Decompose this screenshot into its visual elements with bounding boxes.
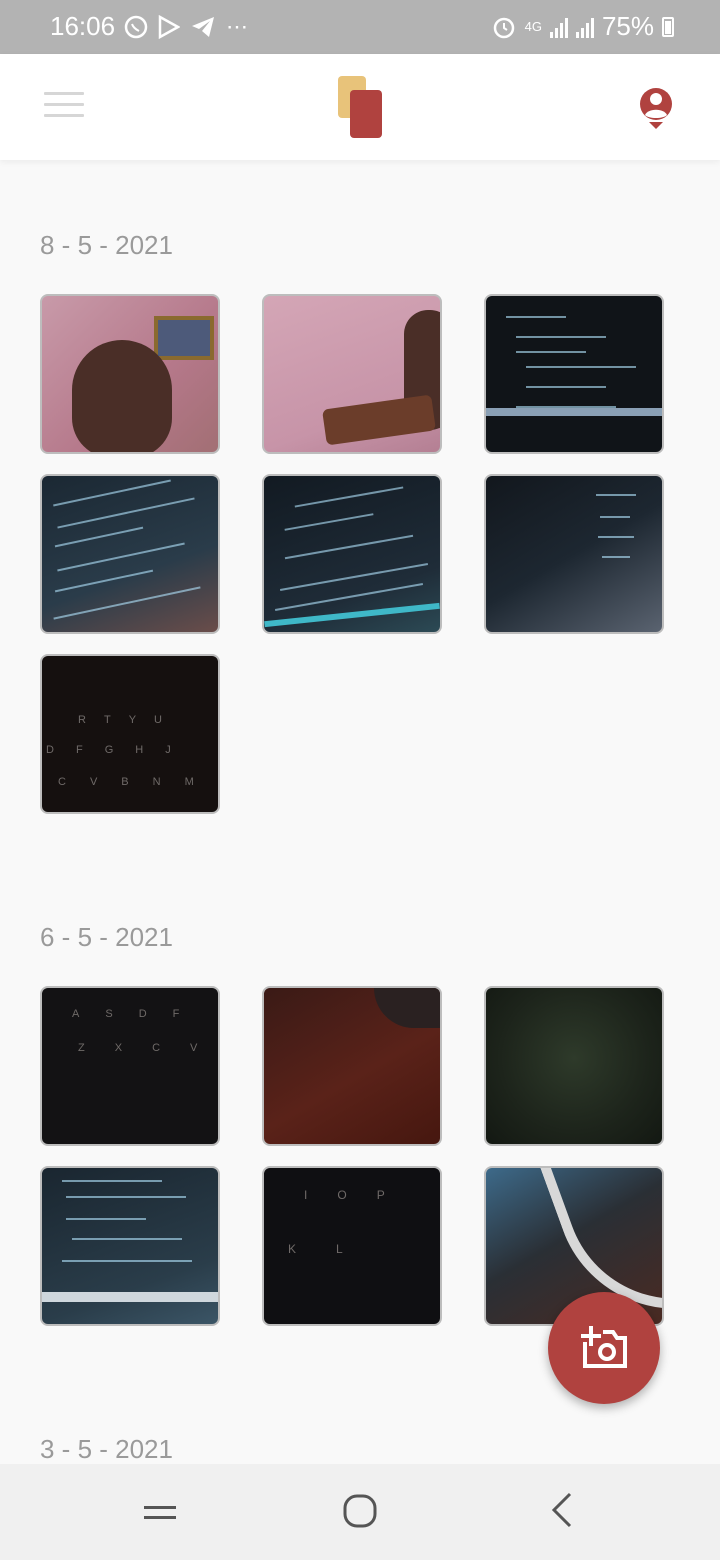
key-label: M [184,776,194,788]
key-label: J [165,744,171,756]
key-label: A [72,1008,80,1020]
app-logo [336,74,384,138]
key-label: N [152,776,161,788]
play-store-icon [158,15,180,39]
section-date: 6 - 5 - 2021 [40,922,173,952]
key-label: B [121,776,129,788]
key-label: V [89,776,98,788]
key-label: X [114,1042,123,1054]
key-label: S [105,1008,113,1020]
photo-thumbnail[interactable] [40,474,220,634]
key-label: G [104,744,114,756]
key-label: D [138,1008,147,1020]
recents-icon[interactable] [130,1490,190,1534]
section-date: 8 - 5 - 2021 [40,230,173,260]
alarm-icon [493,17,514,38]
section-date: 3 - 5 - 2021 [40,1434,173,1464]
key-label: K [288,1242,297,1256]
key-label: Z [78,1042,85,1054]
key-label: D [46,744,54,756]
telegram-icon [192,17,214,37]
key-label: L [336,1242,343,1256]
key-label: F [172,1008,180,1020]
status-bar: 16:06 ⋯ 4G 75% [0,0,720,54]
system-nav-bar [0,1464,720,1560]
key-label: P [376,1188,385,1202]
add-photo-camera-icon [581,1326,627,1368]
back-icon[interactable] [532,1490,592,1534]
more-dots-icon: ⋯ [226,14,248,39]
add-photo-button[interactable] [548,1292,660,1404]
battery-icon [662,16,674,37]
photo-thumbnail[interactable] [262,474,442,634]
key-label: I [304,1188,308,1202]
photo-thumbnail[interactable]: R T Y U D F G H J C V B N M [40,654,220,814]
photo-thumbnail[interactable]: A S D F Z X C V [40,986,220,1146]
battery-percent: 75% [601,11,654,41]
key-label: O [337,1188,347,1202]
photo-thumbnail[interactable] [40,1166,220,1326]
notification-icons: ⋯ [124,14,248,40]
key-label: F [75,744,83,756]
photo-thumbnail[interactable] [262,294,442,454]
photo-thumbnail[interactable] [484,986,664,1146]
key-label: C [152,1042,161,1054]
key-label: V [190,1042,198,1054]
home-icon[interactable] [330,1490,390,1534]
photo-thumbnail[interactable]: I O P K L [262,1166,442,1326]
photo-thumbnail[interactable] [262,986,442,1146]
photo-thumbnail[interactable] [40,294,220,454]
key-label: R [78,714,86,726]
status-time: 16:06 [50,11,116,41]
key-label: H [135,744,144,756]
whatsapp-icon [124,15,148,39]
account-icon[interactable] [636,86,676,130]
status-right: 4G 75% [491,11,674,42]
key-label: C [58,776,66,788]
key-label: Y [128,714,137,726]
signal-icon-2 [575,16,594,38]
key-label: T [103,714,111,726]
photo-thumbnail[interactable] [484,474,664,634]
app-bar [0,54,720,160]
network-type: 4G [524,19,542,34]
key-label: U [154,714,162,726]
photo-thumbnail[interactable] [484,294,664,454]
hamburger-menu-icon[interactable] [44,92,84,122]
signal-icon [549,16,568,38]
